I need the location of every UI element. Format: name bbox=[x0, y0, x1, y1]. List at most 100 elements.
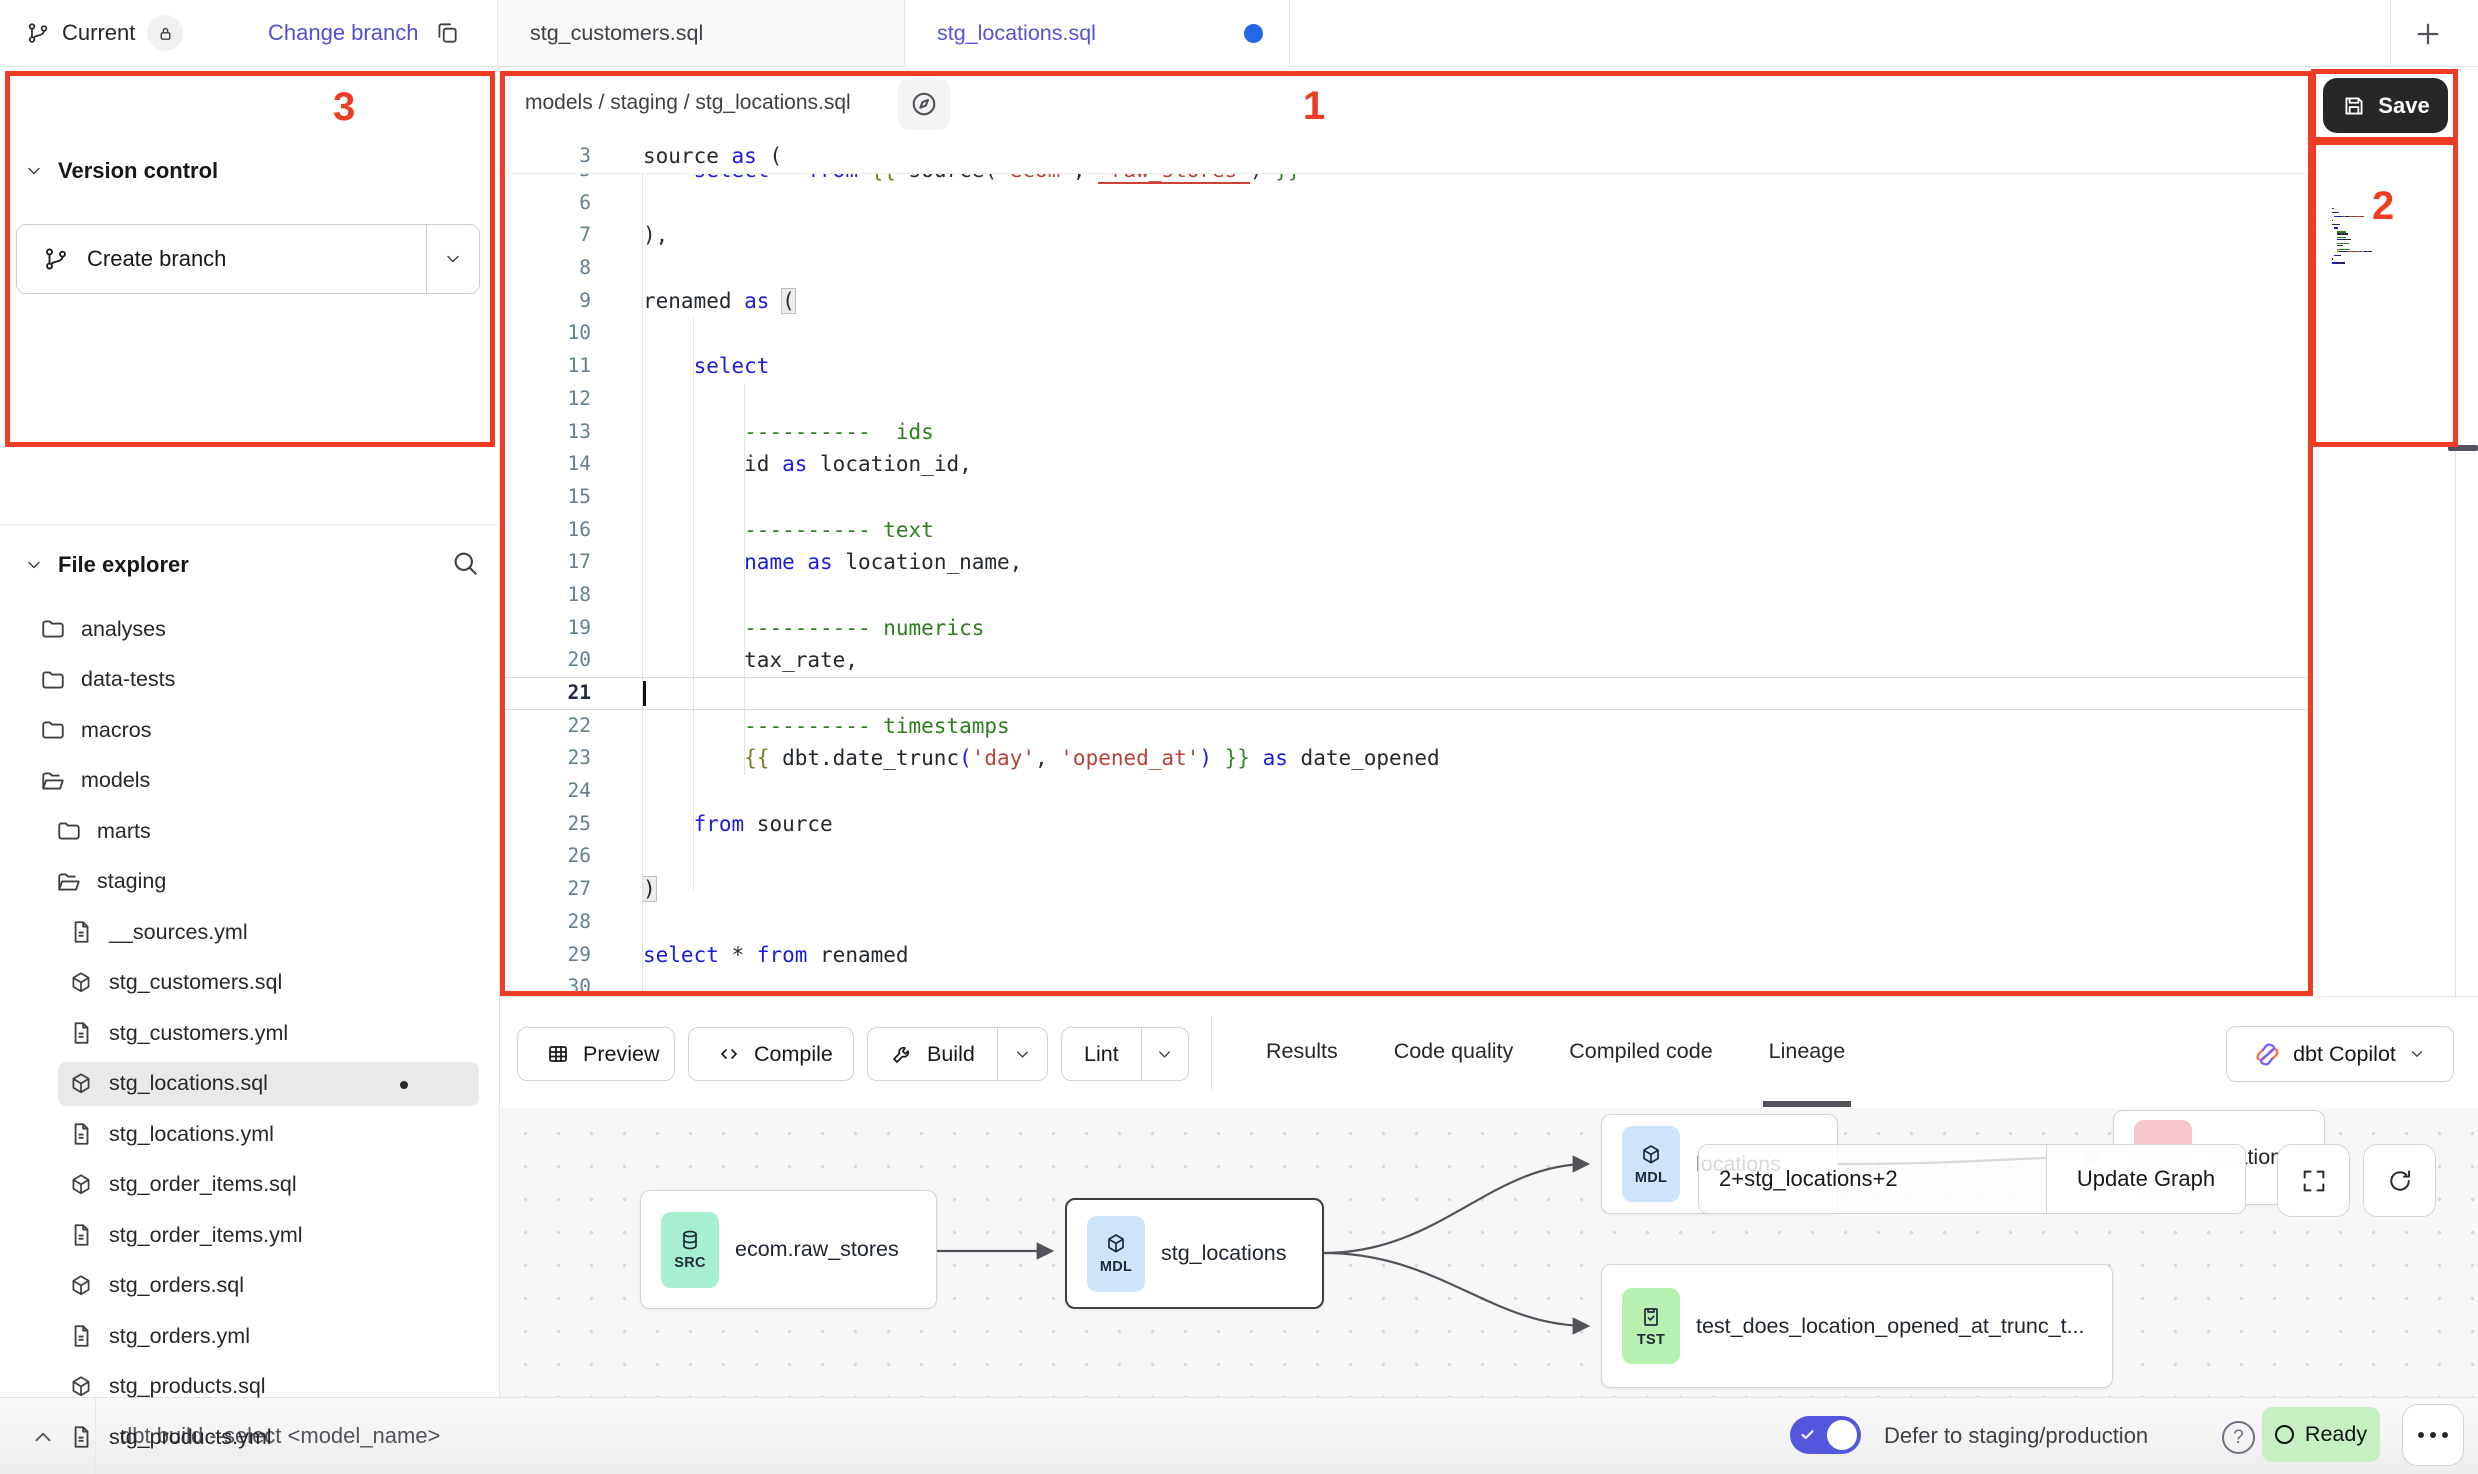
file-item-marts[interactable]: marts bbox=[0, 806, 499, 857]
defer-toggle[interactable] bbox=[1790, 1416, 1861, 1454]
doc-icon bbox=[68, 919, 94, 945]
doc-icon bbox=[68, 1121, 94, 1147]
create-branch-button[interactable]: Create branch bbox=[16, 224, 480, 294]
update-graph-button[interactable]: Update Graph bbox=[2047, 1145, 2245, 1213]
search-icon[interactable] bbox=[450, 548, 480, 578]
build-button[interactable]: Build bbox=[867, 1027, 1048, 1081]
code-line-28[interactable]: 28 bbox=[500, 906, 2312, 939]
file-item-models[interactable]: models bbox=[0, 756, 499, 807]
code-line-24[interactable]: 24 bbox=[500, 775, 2312, 808]
code-line-20[interactable]: 20 tax_rate, bbox=[500, 644, 2312, 677]
file-name: macros bbox=[81, 718, 151, 743]
file-name: stg_locations.yml bbox=[109, 1122, 274, 1147]
gutter-divider bbox=[642, 173, 643, 996]
tab-code-quality[interactable]: Code quality bbox=[1394, 996, 1514, 1107]
wrench-icon bbox=[890, 1042, 914, 1066]
code-line-5[interactable]: 5 select * from {{ source('ecom', 'raw_s… bbox=[500, 173, 2312, 187]
code-line-11[interactable]: 11 select bbox=[500, 350, 2312, 383]
code-line-21[interactable]: 21 bbox=[500, 677, 2312, 710]
version-control-header[interactable]: Version control bbox=[24, 158, 218, 184]
tab-compiled-code[interactable]: Compiled code bbox=[1569, 996, 1712, 1107]
file-item-stg_customers.sql[interactable]: stg_customers.sql bbox=[0, 958, 499, 1009]
file-item-analyses[interactable]: analyses bbox=[0, 604, 499, 655]
file-item-stg_order_items.sql[interactable]: stg_order_items.sql bbox=[0, 1160, 499, 1211]
code-line-10[interactable]: 10 bbox=[500, 317, 2312, 350]
selector-input[interactable]: 2+stg_locations+2 bbox=[1699, 1145, 2046, 1213]
lineage-node-source[interactable]: SRC ecom.raw_stores bbox=[640, 1190, 937, 1309]
save-icon bbox=[2341, 93, 2367, 119]
save-button[interactable]: Save bbox=[2323, 78, 2448, 133]
topbar-divider bbox=[2390, 0, 2391, 66]
code-line-13[interactable]: 13 ---------- ids bbox=[500, 416, 2312, 449]
lineage-node-stg-locations[interactable]: MDL stg_locations bbox=[1065, 1198, 1324, 1309]
file-item-stg_orders.sql[interactable]: stg_orders.sql bbox=[0, 1261, 499, 1312]
database-icon bbox=[678, 1228, 702, 1252]
folder-icon bbox=[56, 818, 82, 844]
file-item-stg_locations.yml[interactable]: stg_locations.yml bbox=[0, 1109, 499, 1160]
branch-status[interactable]: Current bbox=[26, 0, 183, 66]
file-item-__sources.yml[interactable]: __sources.yml bbox=[0, 907, 499, 958]
code-line-25[interactable]: 25 from source bbox=[500, 808, 2312, 841]
git-branch-icon bbox=[26, 21, 50, 45]
refresh-button[interactable] bbox=[2363, 1144, 2436, 1217]
code-editor[interactable]: 3source as ( 5 select * from {{ source('… bbox=[500, 140, 2312, 996]
file-item-stg_order_items.yml[interactable]: stg_order_items.yml bbox=[0, 1210, 499, 1261]
file-item-staging[interactable]: staging bbox=[0, 857, 499, 908]
node-label: test_does_location_opened_at_trunc_t... bbox=[1696, 1314, 2085, 1339]
code-line-12[interactable]: 12 bbox=[500, 383, 2312, 416]
create-branch-dropdown[interactable] bbox=[426, 225, 479, 293]
unsaved-indicator-icon bbox=[1244, 24, 1263, 43]
tab-stg-customers-sql[interactable]: stg_customers.sql bbox=[497, 0, 905, 66]
lint-dropdown[interactable] bbox=[1141, 1028, 1188, 1080]
copy-icon[interactable] bbox=[434, 20, 460, 46]
lint-button[interactable]: Lint bbox=[1061, 1027, 1189, 1081]
file-item-macros[interactable]: macros bbox=[0, 705, 499, 756]
branch-lock-icon bbox=[147, 15, 183, 51]
fullscreen-button[interactable] bbox=[2277, 1144, 2350, 1217]
lineage-compass-icon[interactable] bbox=[898, 78, 950, 130]
code-line-30[interactable]: 30 bbox=[500, 971, 2312, 996]
tab-stg-locations-sql[interactable]: stg_locations.sql bbox=[905, 0, 1290, 67]
code-line-23[interactable]: 23 {{ dbt.date_trunc('day', 'opened_at')… bbox=[500, 742, 2312, 775]
code-line-9[interactable]: 9renamed as ( bbox=[500, 285, 2312, 318]
preview-button[interactable]: Preview bbox=[517, 1027, 675, 1081]
code-line-3[interactable]: 3source as ( bbox=[500, 140, 2312, 173]
minimap[interactable] bbox=[2332, 208, 2436, 266]
code-line-19[interactable]: 19 ---------- numerics bbox=[500, 612, 2312, 645]
compile-button[interactable]: Compile bbox=[688, 1027, 854, 1081]
dbt-copilot-button[interactable]: dbt Copilot bbox=[2226, 1026, 2454, 1082]
file-item-data-tests[interactable]: data-tests bbox=[0, 655, 499, 706]
file-name: stg_order_items.sql bbox=[109, 1172, 297, 1197]
tab-lineage[interactable]: Lineage bbox=[1769, 996, 1846, 1107]
cube-icon bbox=[68, 1374, 94, 1400]
new-tab-button[interactable] bbox=[2412, 15, 2450, 53]
file-item-stg_locations.sql[interactable]: stg_locations.sql bbox=[0, 1059, 499, 1110]
file-item-stg_customers.yml[interactable]: stg_customers.yml bbox=[0, 1008, 499, 1059]
code-line-7[interactable]: 7), bbox=[500, 219, 2312, 252]
lineage-node-test[interactable]: TST test_does_location_opened_at_trunc_t… bbox=[1601, 1264, 2113, 1388]
code-line-8[interactable]: 8 bbox=[500, 252, 2312, 285]
help-icon[interactable]: ? bbox=[2222, 1421, 2255, 1454]
panel-resize-handle[interactable] bbox=[2448, 445, 2478, 451]
sidebar: Version control Create branch File explo… bbox=[0, 66, 500, 1397]
sidebar-section-divider bbox=[0, 524, 500, 525]
change-branch-link[interactable]: Change branch bbox=[268, 20, 418, 46]
chevron-up-icon[interactable] bbox=[30, 1424, 56, 1450]
code-line-17[interactable]: 17 name as location_name, bbox=[500, 546, 2312, 579]
overflow-menu-button[interactable] bbox=[2402, 1404, 2464, 1466]
code-line-27[interactable]: 27) bbox=[500, 873, 2312, 906]
code-line-14[interactable]: 14 id as location_id, bbox=[500, 448, 2312, 481]
code-line-16[interactable]: 16 ---------- text bbox=[500, 514, 2312, 547]
code-line-22[interactable]: 22 ---------- timestamps bbox=[500, 710, 2312, 743]
code-line-29[interactable]: 29select * from renamed bbox=[500, 939, 2312, 972]
file-explorer-header[interactable]: File explorer bbox=[24, 552, 189, 578]
file-item-stg_orders.yml[interactable]: stg_orders.yml bbox=[0, 1311, 499, 1362]
indent-guide bbox=[693, 318, 694, 890]
code-line-6[interactable]: 6 bbox=[500, 187, 2312, 220]
code-line-26[interactable]: 26 bbox=[500, 840, 2312, 873]
code-line-18[interactable]: 18 bbox=[500, 579, 2312, 612]
tab-results[interactable]: Results bbox=[1266, 996, 1338, 1107]
code-line-15[interactable]: 15 bbox=[500, 481, 2312, 514]
chevron-down-icon bbox=[2408, 1045, 2426, 1063]
build-dropdown[interactable] bbox=[997, 1028, 1047, 1080]
